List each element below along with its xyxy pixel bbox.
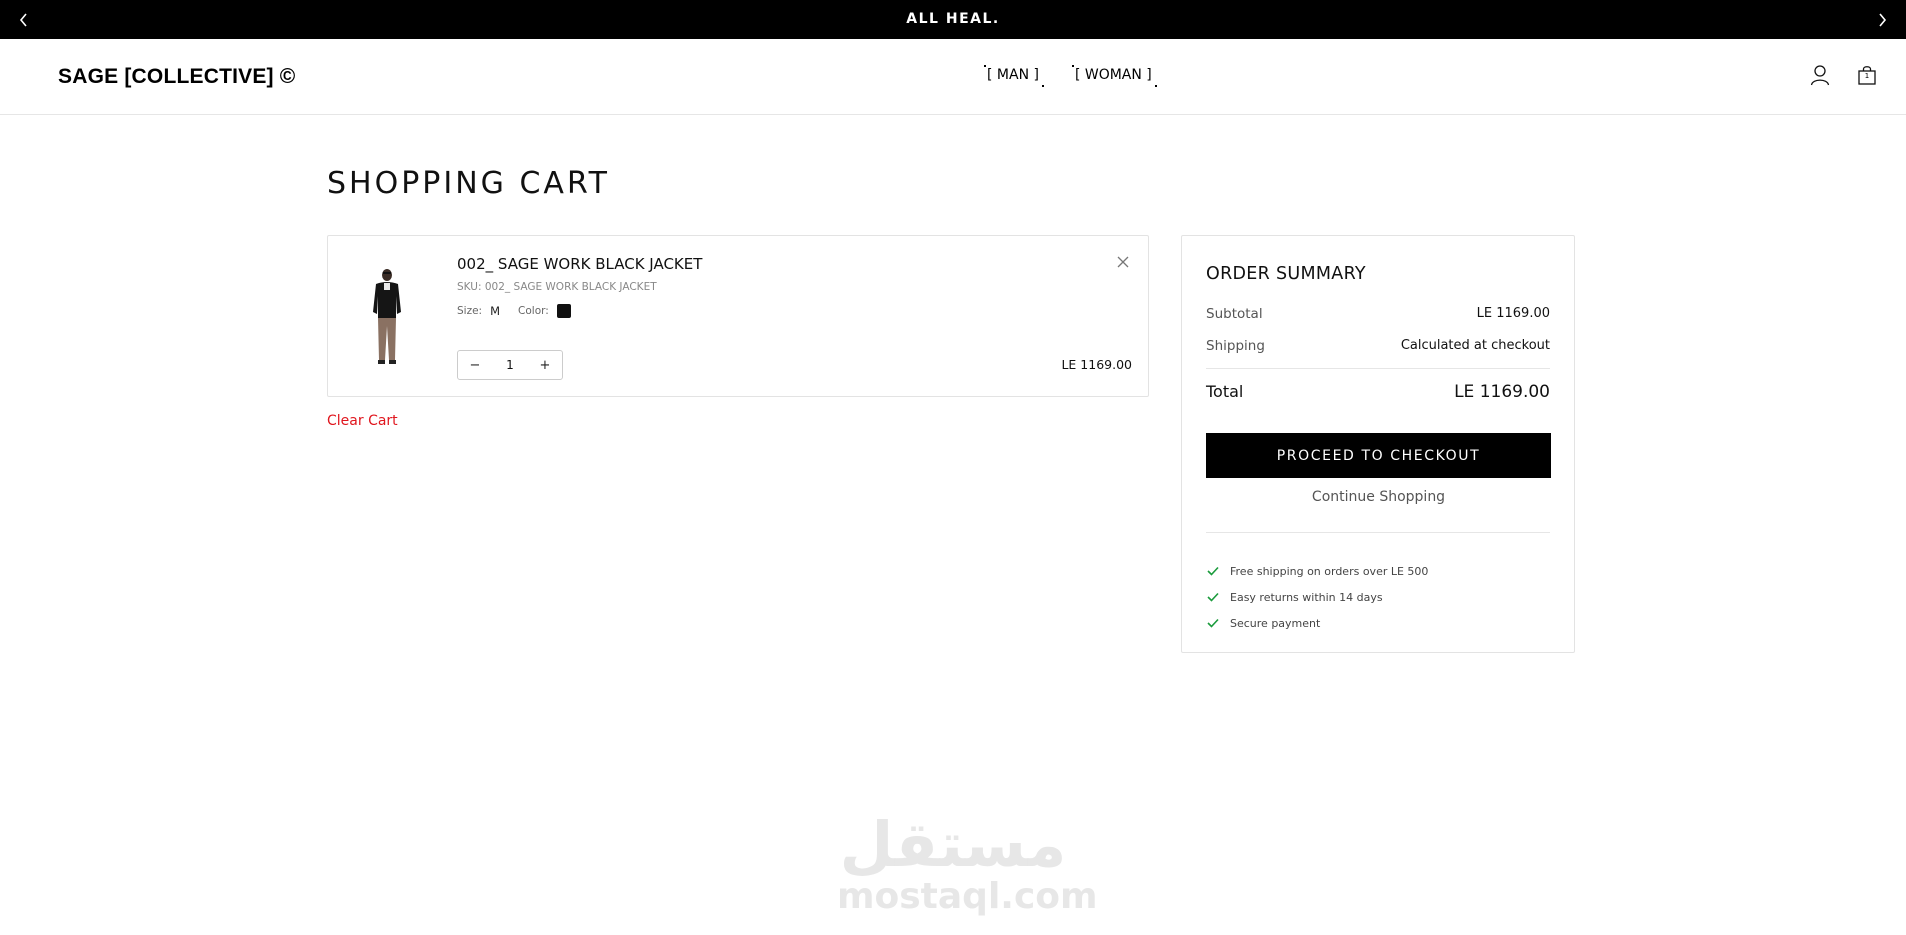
summary-divider	[1206, 368, 1550, 369]
order-summary: ORDER SUMMARY Subtotal LE 1169.00 Shippi…	[1181, 235, 1575, 653]
summary-title: ORDER SUMMARY	[1206, 264, 1366, 284]
site-header: SAGE [COLLECTIVE] © [ MAN ] [ WOMAN ] 1	[0, 39, 1906, 115]
total-row: Total LE 1169.00	[1206, 382, 1550, 402]
check-icon	[1206, 564, 1220, 578]
subtotal-value: LE 1169.00	[1476, 306, 1550, 321]
color-label: Color:	[518, 305, 549, 317]
account-button[interactable]	[1806, 61, 1834, 89]
nav-link-woman[interactable]: [ WOMAN ]	[1071, 65, 1157, 87]
user-icon	[1810, 65, 1830, 86]
perks-list: Free shipping on orders over LE 500 Easy…	[1206, 558, 1428, 636]
size-label: Size:	[457, 305, 483, 317]
check-icon	[1206, 590, 1220, 604]
subtotal-label: Subtotal	[1206, 306, 1263, 322]
subtotal-row: Subtotal LE 1169.00	[1206, 306, 1550, 322]
cart-button[interactable]: 1	[1853, 61, 1881, 89]
close-icon	[1117, 256, 1129, 268]
clear-cart-button[interactable]: Clear Cart	[327, 413, 398, 429]
size-value: M	[490, 304, 501, 318]
perk-item: Easy returns within 14 days	[1206, 584, 1428, 610]
shipping-label: Shipping	[1206, 338, 1265, 354]
proceed-to-checkout-button[interactable]: PROCEED TO CHECKOUT	[1206, 433, 1551, 478]
total-value: LE 1169.00	[1454, 382, 1550, 402]
quantity-stepper: − 1 +	[457, 350, 563, 380]
product-sku: SKU: 002_ SAGE WORK BLACK JACKET	[457, 281, 657, 293]
site-logo[interactable]: SAGE [COLLECTIVE] ©	[58, 65, 295, 89]
cart-count-badge: 1	[1864, 72, 1870, 80]
perk-text: Free shipping on orders over LE 500	[1230, 564, 1429, 578]
item-price: LE 1169.00	[1061, 357, 1132, 372]
perk-text: Secure payment	[1230, 616, 1321, 630]
watermark-arabic: مستقل	[839, 808, 1067, 881]
increase-quantity-button[interactable]: +	[528, 351, 562, 379]
perk-text: Easy returns within 14 days	[1230, 590, 1383, 604]
shipping-row: Shipping Calculated at checkout	[1206, 338, 1550, 354]
watermark-logo: مستقل mostaql.com	[837, 808, 1098, 924]
perk-item: Free shipping on orders over LE 500	[1206, 558, 1428, 584]
nav-link-man[interactable]: [ MAN ]	[984, 65, 1044, 87]
page-title: SHOPPING CART	[327, 166, 610, 201]
product-attributes: Size: M Color:	[457, 304, 571, 318]
continue-shopping-link[interactable]: Continue Shopping	[1206, 489, 1551, 505]
color-swatch	[556, 304, 571, 318]
decrease-quantity-button[interactable]: −	[458, 351, 492, 379]
product-name[interactable]: 002_ SAGE WORK BLACK JACKET	[457, 255, 702, 273]
shipping-value: Calculated at checkout	[1400, 338, 1550, 353]
announcement-text: ALL HEAL.	[906, 11, 1000, 27]
quantity-value[interactable]: 1	[492, 358, 528, 372]
check-icon	[1206, 616, 1220, 630]
next-announcement-button[interactable]	[1862, 0, 1902, 39]
perk-item: Secure payment	[1206, 610, 1428, 636]
remove-item-button[interactable]	[1114, 253, 1132, 271]
watermark-latin: mostaql.com	[837, 876, 1098, 917]
chevron-right-icon	[1879, 12, 1887, 27]
announcement-bar: ALL HEAL.	[0, 0, 1906, 39]
cart-item: 002_ SAGE WORK BLACK JACKET SKU: 002_ SA…	[327, 235, 1149, 397]
summary-divider-2	[1206, 532, 1550, 533]
total-label: Total	[1206, 382, 1244, 401]
main-nav: [ MAN ] [ WOMAN ]	[984, 65, 1157, 87]
product-image[interactable]	[366, 266, 408, 366]
